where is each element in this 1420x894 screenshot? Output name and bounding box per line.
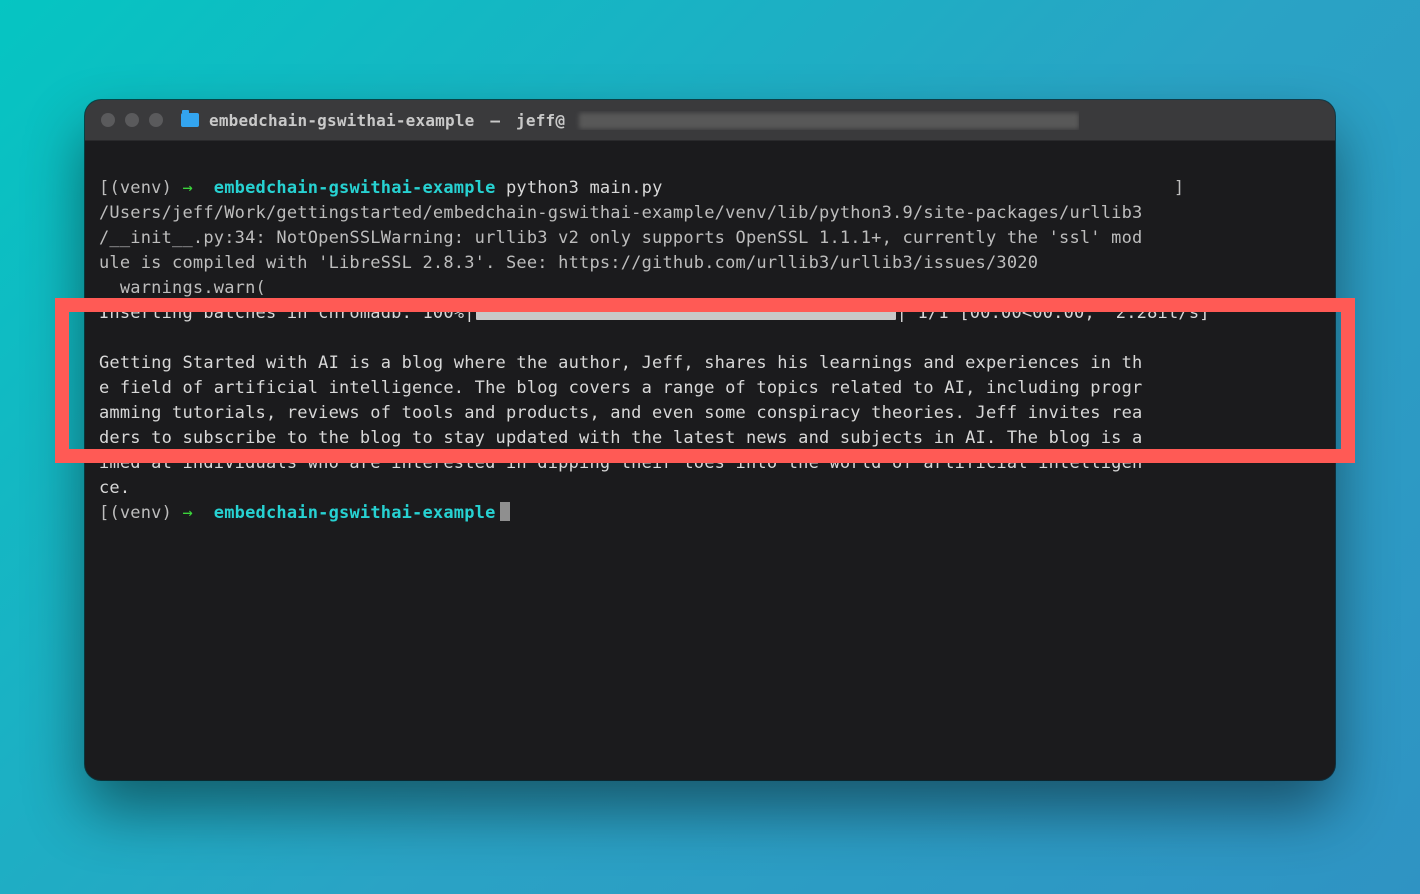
- command: python3 main.py: [506, 178, 663, 198]
- answer-line: amming tutorials, reviews of tools and p…: [99, 403, 1143, 423]
- answer-line: ders to subscribe to the blog to stay up…: [99, 428, 1143, 448]
- prompt-arrow: →: [182, 178, 192, 198]
- answer-line: ce.: [99, 478, 130, 498]
- progress-prefix: Inserting batches in chromadb: 100%|: [99, 303, 475, 323]
- warning-line: /Users/jeff/Work/gettingstarted/embedcha…: [99, 203, 1143, 223]
- close-icon[interactable]: [101, 113, 115, 127]
- titlebar: embedchain-gswithai-example — jeff@: [85, 100, 1335, 141]
- traffic-lights[interactable]: [101, 113, 163, 127]
- warning-line: warnings.warn(: [99, 278, 266, 298]
- bracket-open: [: [99, 178, 109, 198]
- zoom-icon[interactable]: [149, 113, 163, 127]
- terminal-body[interactable]: [(venv) → embedchain-gswithai-example py…: [85, 141, 1335, 565]
- minimize-icon[interactable]: [125, 113, 139, 127]
- progress-bar-icon: [476, 306, 896, 320]
- terminal-window: embedchain-gswithai-example — jeff@ [(ve…: [85, 100, 1335, 780]
- bracket-open: [: [99, 503, 109, 523]
- venv-label: (venv): [109, 178, 172, 198]
- answer-line: Getting Started with AI is a blog where …: [99, 353, 1143, 373]
- title-redacted: [579, 113, 1079, 129]
- cwd: embedchain-gswithai-example: [214, 178, 496, 198]
- cursor-icon: [500, 502, 510, 521]
- warning-line: ule is compiled with 'LibreSSL 2.8.3'. S…: [99, 253, 1038, 273]
- folder-icon: [181, 113, 199, 127]
- prompt-arrow: →: [182, 503, 192, 523]
- cwd: embedchain-gswithai-example: [214, 503, 496, 523]
- title-folder: embedchain-gswithai-example: [209, 111, 475, 130]
- bracket-close: ]: [1174, 178, 1184, 198]
- answer-line: e field of artificial intelligence. The …: [99, 378, 1143, 398]
- window-title: embedchain-gswithai-example — jeff@: [209, 111, 1079, 130]
- title-user: jeff@: [516, 111, 565, 130]
- warning-line: /__init__.py:34: NotOpenSSLWarning: urll…: [99, 228, 1143, 248]
- answer-line: imed at individuals who are interested i…: [99, 453, 1143, 473]
- title-separator: —: [490, 111, 500, 130]
- progress-suffix: | 1/1 [00:00<00:00, 2.28it/s]: [897, 303, 1210, 323]
- venv-label: (venv): [109, 503, 172, 523]
